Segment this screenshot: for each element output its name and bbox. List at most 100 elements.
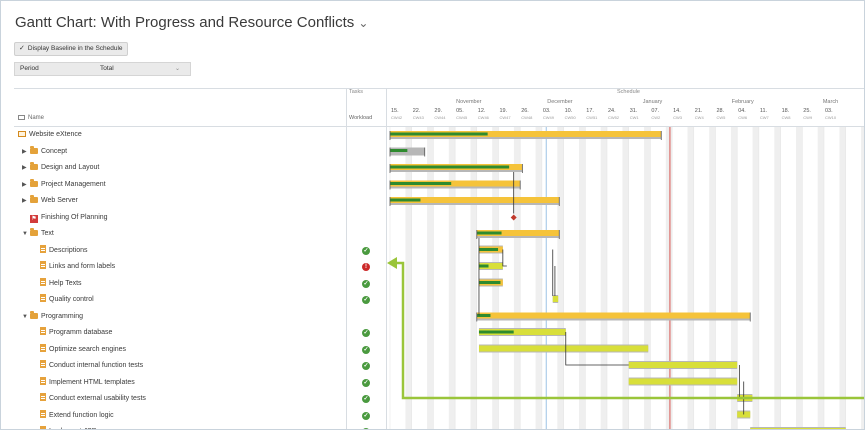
workload-header[interactable]: Workload	[349, 115, 372, 121]
expand-arrow-icon[interactable]: ▶	[22, 177, 30, 194]
task-row[interactable]: ▶ Concept	[14, 144, 347, 161]
collapse-arrow-icon[interactable]: ▼	[22, 226, 30, 243]
folder-icon	[30, 195, 38, 203]
task-name: Quality control	[49, 296, 94, 303]
gantt-chart	[389, 127, 864, 429]
page-title-text: Gantt Chart: With Progress and Resource …	[15, 14, 355, 31]
task-row[interactable]: Programm database	[14, 325, 347, 342]
task-row[interactable]: ▶ Project Management	[14, 177, 347, 194]
dependency-link	[502, 249, 507, 267]
calendar-week-label: CW6	[738, 115, 748, 120]
task-name: Extend function logic	[49, 411, 114, 419]
task-row[interactable]: Help Texts	[14, 276, 347, 293]
task-row[interactable]: ▼ Programming	[14, 309, 347, 326]
tasks-column-header: Tasks Workload	[347, 89, 387, 127]
calendar-week-label: CW5	[716, 115, 726, 120]
calendar-week-label: CW3	[673, 115, 682, 120]
task-bar	[552, 296, 559, 302]
calendar-week-label: CW47	[499, 115, 511, 120]
calendar-week-label: CW45	[456, 115, 468, 120]
progress-bar	[478, 281, 501, 284]
calendar-week-label: CW46	[477, 115, 489, 120]
gantt-grid: Name Tasks Workload Schedule November Dec…	[14, 88, 864, 429]
task-icon	[40, 277, 46, 286]
day-label: 18.	[781, 108, 790, 114]
status-ok-icon[interactable]: ✓	[362, 411, 370, 420]
collapse-arrow-icon[interactable]: ▼	[22, 309, 30, 326]
task-row[interactable]: ▼ Text	[14, 226, 347, 243]
task-row[interactable]: ▶ Design and Layout	[14, 160, 347, 177]
weekend-shade	[405, 127, 412, 429]
day-label: 17.	[586, 108, 594, 114]
weekend-shade	[427, 127, 434, 429]
status-ok-icon[interactable]: ✓	[362, 296, 370, 304]
calendar-week-label: CW43	[412, 115, 424, 120]
calendar-week-label: CW9	[803, 115, 813, 120]
weekend-shade	[622, 127, 629, 429]
task-row[interactable]: Extend function logic	[14, 408, 347, 425]
tasks-group-label: Tasks	[349, 89, 364, 95]
month-label: March	[822, 99, 839, 105]
day-label: 03.	[542, 108, 551, 114]
baseline-bar	[476, 236, 560, 238]
day-label: 11.	[759, 108, 768, 114]
weekend-shade	[774, 127, 781, 429]
name-header-label: Name	[28, 115, 45, 122]
task-row[interactable]: Conduct external usability tests	[14, 391, 347, 408]
calendar-week-label: CW8	[781, 115, 791, 120]
expand-arrow-icon[interactable]: ▶	[22, 193, 30, 210]
month-label: February	[731, 99, 754, 105]
weekend-shade	[448, 127, 456, 429]
task-name: Concept	[41, 147, 68, 155]
day-label: 24.	[608, 108, 616, 114]
period-select[interactable]: Period Total ⌄	[14, 62, 191, 76]
status-ok-icon[interactable]: ✓	[362, 362, 370, 370]
task-row[interactable]: Website eXtence	[14, 127, 347, 144]
progress-bar	[390, 182, 452, 185]
task-row[interactable]: Descriptions	[14, 243, 347, 260]
status-ok-icon[interactable]: ✓	[362, 395, 370, 403]
task-row[interactable]: ⚑ Finishing Of Planning	[14, 210, 347, 227]
day-label: 21.	[694, 108, 703, 114]
expand-arrow-icon[interactable]: ▶	[22, 160, 30, 177]
task-row[interactable]: Implement JSP pages	[14, 424, 347, 429]
task-name: Optimize search engines	[49, 345, 127, 353]
day-label: 04.	[738, 108, 746, 114]
expand-arrow-icon[interactable]: ▶	[22, 144, 30, 161]
task-row[interactable]: Conduct internal function tests	[14, 358, 347, 375]
baseline-bar	[390, 170, 523, 172]
status-ok-icon[interactable]: ✓	[362, 246, 370, 255]
baseline-bar	[390, 153, 425, 156]
weekend-shade	[557, 127, 564, 429]
period-label: Period	[20, 65, 39, 72]
task-icon	[40, 426, 46, 429]
status-ok-icon[interactable]: ✓	[362, 329, 370, 337]
name-column-header[interactable]: Name	[14, 89, 347, 127]
task-icon	[40, 327, 46, 335]
month-label: December	[547, 99, 573, 105]
task-icon	[40, 343, 46, 352]
folder-icon	[30, 162, 38, 170]
chevron-down-icon[interactable]: ⌄	[358, 16, 368, 30]
progress-bar	[390, 149, 408, 152]
calendar-week-label: CW44	[434, 115, 446, 120]
status-ok-icon[interactable]: ✓	[362, 378, 370, 387]
month-label: November	[456, 99, 482, 105]
status-ok-icon[interactable]: ✓	[362, 279, 370, 288]
weekend-shade	[535, 127, 542, 429]
day-label: 22.	[412, 108, 421, 114]
task-row[interactable]: Optimize search engines	[14, 342, 347, 359]
page-title[interactable]: Gantt Chart: With Progress and Resource …	[15, 14, 368, 31]
day-label: 19.	[499, 108, 508, 114]
schedule-group-label: Schedule	[617, 89, 640, 95]
task-row[interactable]: Quality control	[14, 292, 347, 309]
task-icon	[40, 244, 46, 253]
task-row[interactable]: Links and form labels	[14, 259, 347, 276]
task-icon	[40, 409, 46, 418]
status-ok-icon[interactable]: ✓	[362, 345, 370, 354]
task-name: Conduct external usability tests	[49, 395, 146, 402]
resource-conflict-icon[interactable]: !	[362, 263, 370, 271]
task-row[interactable]: ▶ Web Server	[14, 193, 347, 210]
display-baseline-toggle[interactable]: ✓ Display Baseline in the Schedule	[14, 42, 128, 56]
task-row[interactable]: Implement HTML templates	[14, 375, 347, 392]
